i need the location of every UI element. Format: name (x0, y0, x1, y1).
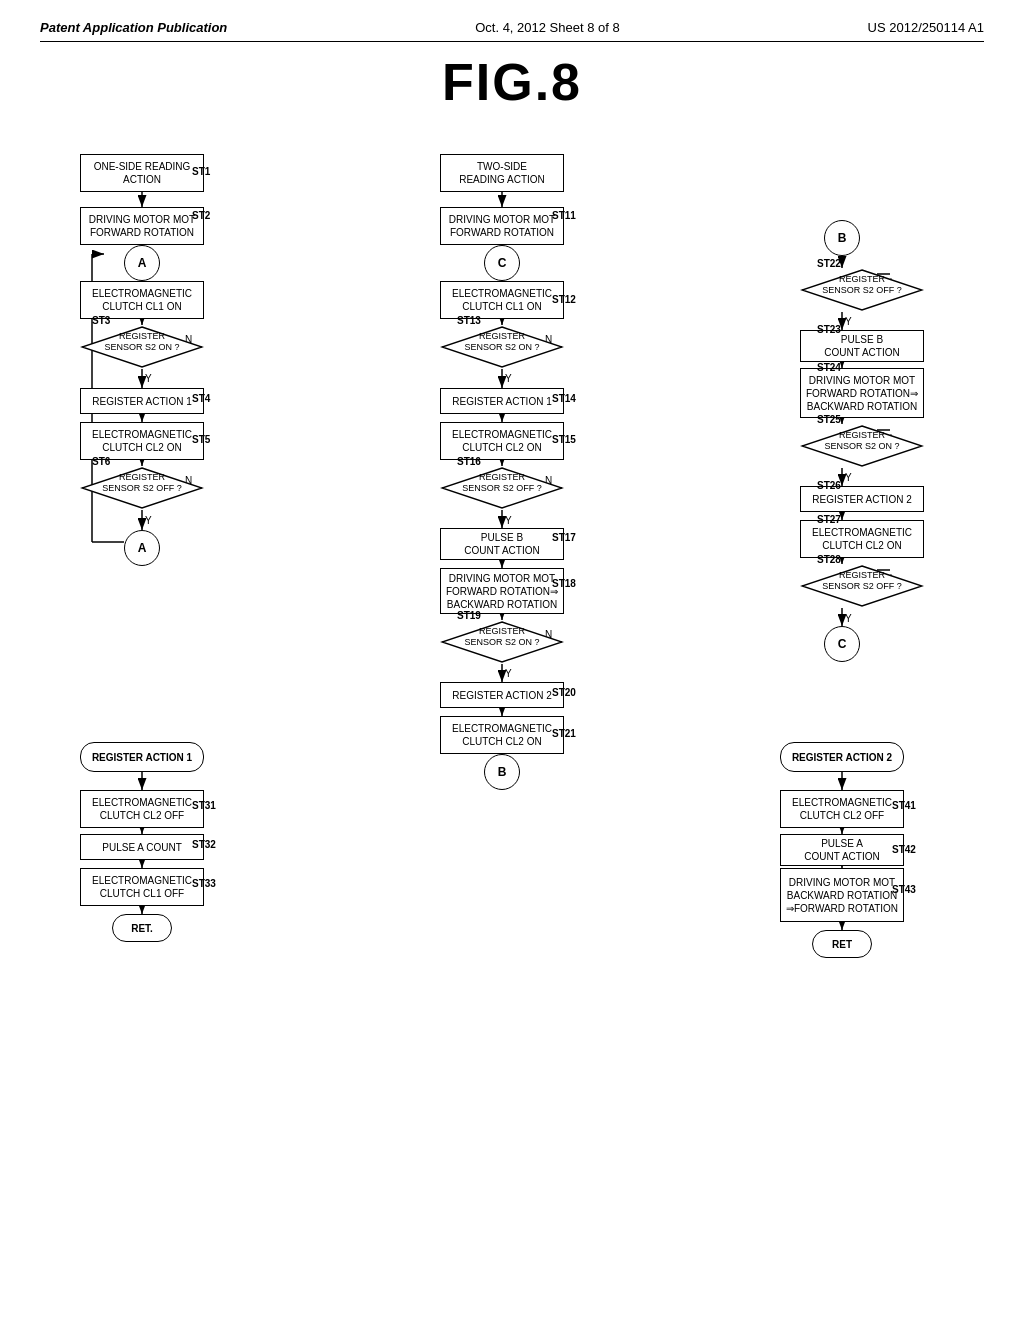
col3-st27-box: ELECTROMAGNETIC CLUTCH CL2 ON (800, 520, 924, 558)
col2-connector-c-top: C (484, 245, 520, 281)
st1-label: ST1 (192, 166, 210, 177)
svg-text:Y: Y (845, 316, 852, 327)
col3-connector-b-top: B (824, 220, 860, 256)
col2-connector-b-bottom: B (484, 754, 520, 790)
col1-st6-diamond: REGISTERSENSOR S2 OFF ? (80, 466, 204, 510)
st5-label: ST5 (192, 434, 210, 445)
col1-clutch-cl2: ELECTROMAGNETIC CLUTCH CL2 ON (80, 422, 204, 460)
col1b-st33-box: ELECTROMAGNETIC CLUTCH CL1 OFF (80, 868, 204, 906)
col2-st13-diamond: REGISTERSENSOR S2 ON ? (440, 325, 564, 369)
col2-st11-box: DRIVING MOTOR MOT FORWARD ROTATION (440, 207, 564, 245)
st28-label: ST28 (817, 554, 841, 565)
col1b-st31-box: ELECTROMAGNETIC CLUTCH CL2 OFF (80, 790, 204, 828)
diagram-area: N Y N Y (42, 132, 982, 1272)
st25-label: ST25 (817, 414, 841, 425)
col1b-st32-box: PULSE A COUNT (80, 834, 204, 860)
st43-label: ST43 (892, 884, 916, 895)
st2-box: DRIVING MOTOR MOT FORWARD ROTATION (80, 207, 204, 245)
svg-text:Y: Y (505, 515, 512, 526)
st6-label: ST6 (92, 456, 110, 467)
col3-st24-box: DRIVING MOTOR MOT FORWARD ROTATION⇒ BACK… (800, 368, 924, 418)
st11-label: ST11 (552, 210, 576, 221)
col1-connector-a-bottom: A (124, 530, 160, 566)
col3b-st43-box: DRIVING MOTOR MOT BACKWARD ROTATION ⇒FOR… (780, 868, 904, 922)
col3b-ret: RET (812, 930, 872, 958)
svg-text:Y: Y (145, 373, 152, 384)
col3b-register-action2: REGISTER ACTION 2 (780, 742, 904, 772)
col2-st17-box: PULSE B COUNT ACTION (440, 528, 564, 560)
header-right: US 2012/250114 A1 (868, 20, 984, 35)
st13-label: ST13 (457, 315, 481, 326)
col2-st21-box: ELECTROMAGNETIC CLUTCH CL2 ON (440, 716, 564, 754)
col3-st28-diamond: REGISTERSENSOR S2 OFF ? (800, 564, 924, 608)
col2-st16-diamond: REGISTERSENSOR S2 OFF ? (440, 466, 564, 510)
header-left: Patent Application Publication (40, 20, 227, 35)
st2-label: ST2 (192, 210, 210, 221)
svg-text:Y: Y (505, 373, 512, 384)
st23-label: ST23 (817, 324, 841, 335)
st27-label: ST27 (817, 514, 841, 525)
st21-label: ST21 (552, 728, 576, 739)
col1b-register-action1: REGISTER ACTION 1 (80, 742, 204, 772)
col3b-st42-box: PULSE A COUNT ACTION (780, 834, 904, 866)
col1-connector-a-top: A (124, 245, 160, 281)
st3-label: ST3 (92, 315, 110, 326)
st32-label: ST32 (192, 839, 216, 850)
svg-text:Y: Y (845, 472, 852, 483)
col1-register-action1: REGISTER ACTION 1 (80, 388, 204, 414)
header-center: Oct. 4, 2012 Sheet 8 of 8 (475, 20, 620, 35)
col2-st20-box: REGISTER ACTION 2 (440, 682, 564, 708)
st31-label: ST31 (192, 800, 216, 811)
col2-st19-diamond: REGISTERSENSOR S2 ON ? (440, 620, 564, 664)
st15-label: ST15 (552, 434, 576, 445)
svg-text:Y: Y (845, 613, 852, 624)
col2-st12-box: ELECTROMAGNETIC CLUTCH CL1 ON (440, 281, 564, 319)
st14-label: ST14 (552, 393, 576, 404)
col3-connector-c-bottom: C (824, 626, 860, 662)
st17-label: ST17 (552, 532, 576, 543)
st42-label: ST42 (892, 844, 916, 855)
col2-st15-box: ELECTROMAGNETIC CLUTCH CL2 ON (440, 422, 564, 460)
st41-label: ST41 (892, 800, 916, 811)
svg-text:Y: Y (145, 515, 152, 526)
st16-label: ST16 (457, 456, 481, 467)
st4-label: ST4 (192, 393, 210, 404)
st19-label: ST19 (457, 610, 481, 621)
st22-label: ST22 (817, 258, 841, 269)
fig-title: FIG.8 (40, 52, 984, 112)
col1b-ret: RET. (112, 914, 172, 942)
st12-label: ST12 (552, 294, 576, 305)
col1-clutch-cl1: ELECTROMAGNETIC CLUTCH CL1 ON (80, 281, 204, 319)
col2-st14-box: REGISTER ACTION 1 (440, 388, 564, 414)
col3b-st41-box: ELECTROMAGNETIC CLUTCH CL2 OFF (780, 790, 904, 828)
st24-label: ST24 (817, 362, 841, 373)
page: Patent Application Publication Oct. 4, 2… (0, 0, 1024, 1320)
col2-title-box: TWO-SIDE READING ACTION (440, 154, 564, 192)
st18-label: ST18 (552, 578, 576, 589)
st20-label: ST20 (552, 687, 576, 698)
st33-label: ST33 (192, 878, 216, 889)
col2-st18-box: DRIVING MOTOR MOT FORWARD ROTATION⇒ BACK… (440, 568, 564, 614)
col3-st22-diamond: REGISTERSENSOR S2 OFF ? (800, 268, 924, 312)
col1-title-box: ONE-SIDE READING ACTION (80, 154, 204, 192)
st26-label: ST26 (817, 480, 841, 491)
col3-st25-diamond: REGISTERSENSOR S2 ON ? (800, 424, 924, 468)
col1-st3-diamond: REGISTERSENSOR S2 ON ? (80, 325, 204, 369)
svg-text:Y: Y (505, 668, 512, 679)
header: Patent Application Publication Oct. 4, 2… (40, 20, 984, 42)
